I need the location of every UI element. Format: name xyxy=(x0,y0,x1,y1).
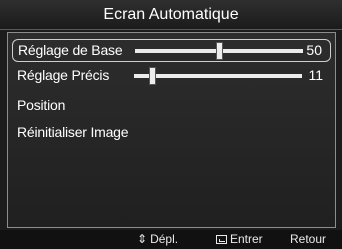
menu-item-reglage-precis[interactable]: Réglage Précis 11 xyxy=(12,65,331,88)
menu-item-label: Réinitialiser Image xyxy=(17,124,129,140)
menu-item-position[interactable]: Position xyxy=(12,95,331,118)
coarse-slider[interactable] xyxy=(135,42,303,60)
menu-item-reinitialiser-image[interactable]: Réinitialiser Image xyxy=(12,122,331,145)
move-hint: ⇕ Dépl. xyxy=(137,230,178,249)
fine-slider-thumb[interactable] xyxy=(149,67,157,85)
auto-adjust-osd: Ecran Automatique Réglage de Base 50 Rég… xyxy=(0,0,342,249)
return-button[interactable]: Retour xyxy=(290,230,326,249)
menu-title: Ecran Automatique xyxy=(0,0,342,30)
menu-item-label: Position xyxy=(17,97,66,113)
updown-arrows-icon: ⇕ xyxy=(137,232,148,246)
menu-item-reglage-de-base[interactable]: Réglage de Base 50 xyxy=(12,39,331,62)
menu-item-label: Réglage de Base xyxy=(18,42,123,58)
fine-value: 11 xyxy=(308,67,323,83)
enter-button[interactable]: Entrer xyxy=(216,230,263,249)
coarse-slider-thumb[interactable] xyxy=(216,42,223,60)
enter-label: Entrer xyxy=(230,232,263,246)
enter-icon xyxy=(216,235,227,244)
footer-help-bar: ⇕ Dépl. Entrer Retour xyxy=(0,230,342,249)
move-label: Dépl. xyxy=(150,232,179,246)
coarse-value: 50 xyxy=(306,42,322,58)
fine-slider[interactable] xyxy=(134,67,302,85)
menu-item-label: Réglage Précis xyxy=(17,67,110,83)
menu-panel: Réglage de Base 50 Réglage Précis 11 Pos… xyxy=(7,32,336,228)
